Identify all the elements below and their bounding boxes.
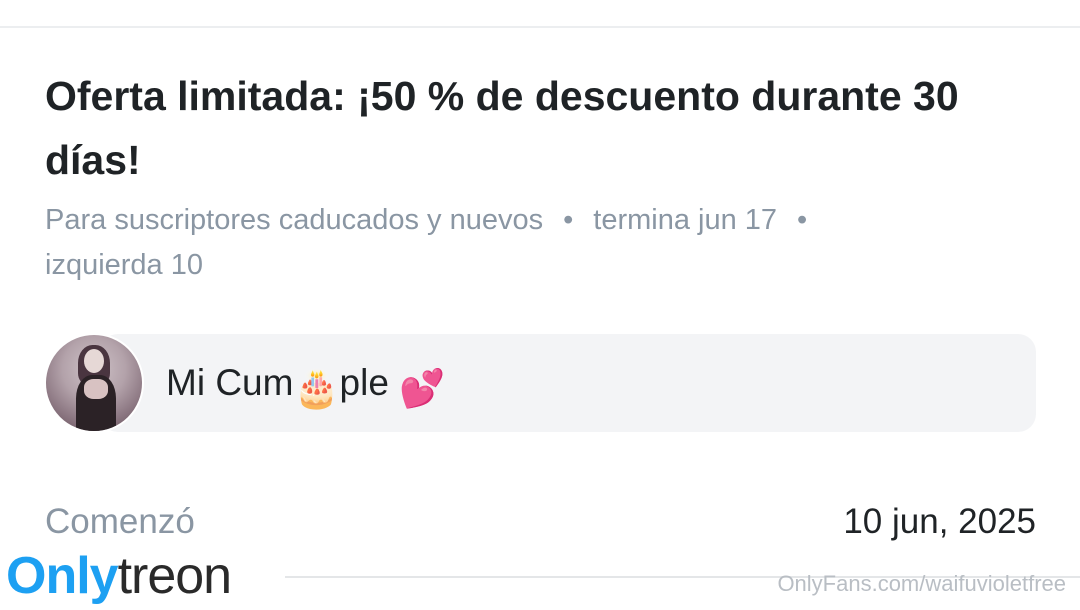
birthday-cake-icon: 🎂	[293, 368, 340, 409]
watermark-url: OnlyFans.com/waifuvioletfree	[777, 571, 1066, 596]
avatar-figure-skin	[84, 379, 108, 399]
meta-separator: •	[563, 204, 574, 236]
two-hearts-icon: 💕	[399, 368, 446, 409]
watermark-logo-part-1: Only	[6, 547, 119, 605]
watermark-logo: Onlytreon	[6, 544, 233, 608]
promo-message: Mi Cum🎂ple 💕	[44, 333, 1036, 433]
started-label: Comenzó	[45, 502, 195, 541]
offer-audience: Para suscriptores caducados y nuevos	[45, 204, 544, 236]
meta-separator: •	[797, 204, 808, 236]
watermark-logo-part-2: treon	[117, 547, 233, 605]
avatar-figure-head	[84, 349, 104, 373]
avatar[interactable]	[44, 333, 144, 433]
offer-end-date: termina jun 17	[593, 204, 778, 236]
offer-title: Oferta limitada: ¡50 % de descuento dura…	[45, 73, 959, 183]
offer-meta: Para suscriptores caducados y nuevos • ter…	[45, 198, 1005, 288]
message-text-end: ple	[339, 362, 389, 403]
promo-card: Oferta limitada: ¡50 % de descuento dura…	[0, 0, 1080, 610]
message-text: Mi Cum🎂ple 💕	[166, 355, 445, 417]
message-text-start: Mi Cum	[166, 362, 294, 403]
top-divider	[0, 26, 1080, 28]
offer-remaining: izquierda 10	[45, 249, 203, 281]
started-date: 10 jun, 2025	[843, 502, 1036, 541]
